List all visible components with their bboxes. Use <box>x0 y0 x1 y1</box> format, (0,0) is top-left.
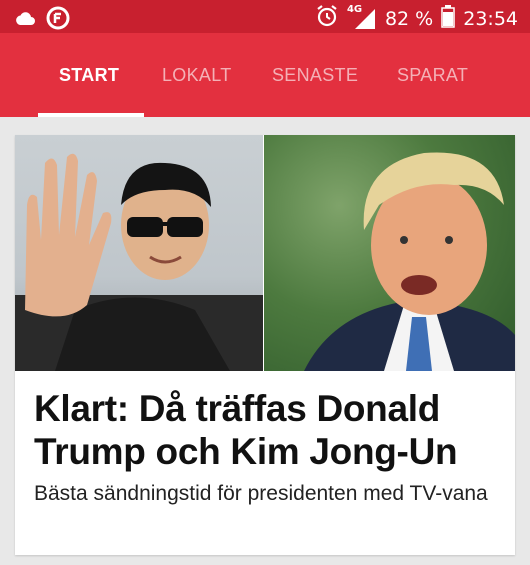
article-subline: Bästa sändningstid för presidenten med T… <box>34 482 488 505</box>
status-right: 4G 82 % 23:54 <box>315 4 518 33</box>
tab-start[interactable]: START <box>59 33 119 117</box>
article-photo-left <box>15 135 263 371</box>
section-tab-bar: START LOKALT SENASTE SPARAT <box>0 33 530 117</box>
tab-sparat[interactable]: SPARAT <box>397 33 468 117</box>
alarm-icon <box>315 4 339 33</box>
cloud-icon <box>14 10 36 31</box>
clock: 23:54 <box>463 7 518 30</box>
status-left-icons <box>14 6 70 35</box>
firefox-icon <box>46 6 70 35</box>
tab-senaste[interactable]: SENASTE <box>272 33 358 117</box>
network-signal: 4G <box>346 3 377 31</box>
battery-percent: 82 % <box>384 7 434 30</box>
network-type-label: 4G <box>346 3 363 15</box>
article-headline[interactable]: Klart: Då träffas Donald Trump och Kim J… <box>34 387 504 473</box>
status-bar: 4G 82 % 23:54 <box>0 0 530 33</box>
tab-lokalt[interactable]: LOKALT <box>162 33 232 117</box>
battery-icon <box>441 4 455 33</box>
article-card[interactable]: Klart: Då träffas Donald Trump och Kim J… <box>15 135 515 555</box>
active-tab-indicator <box>38 113 144 117</box>
article-photo-right <box>264 135 515 371</box>
